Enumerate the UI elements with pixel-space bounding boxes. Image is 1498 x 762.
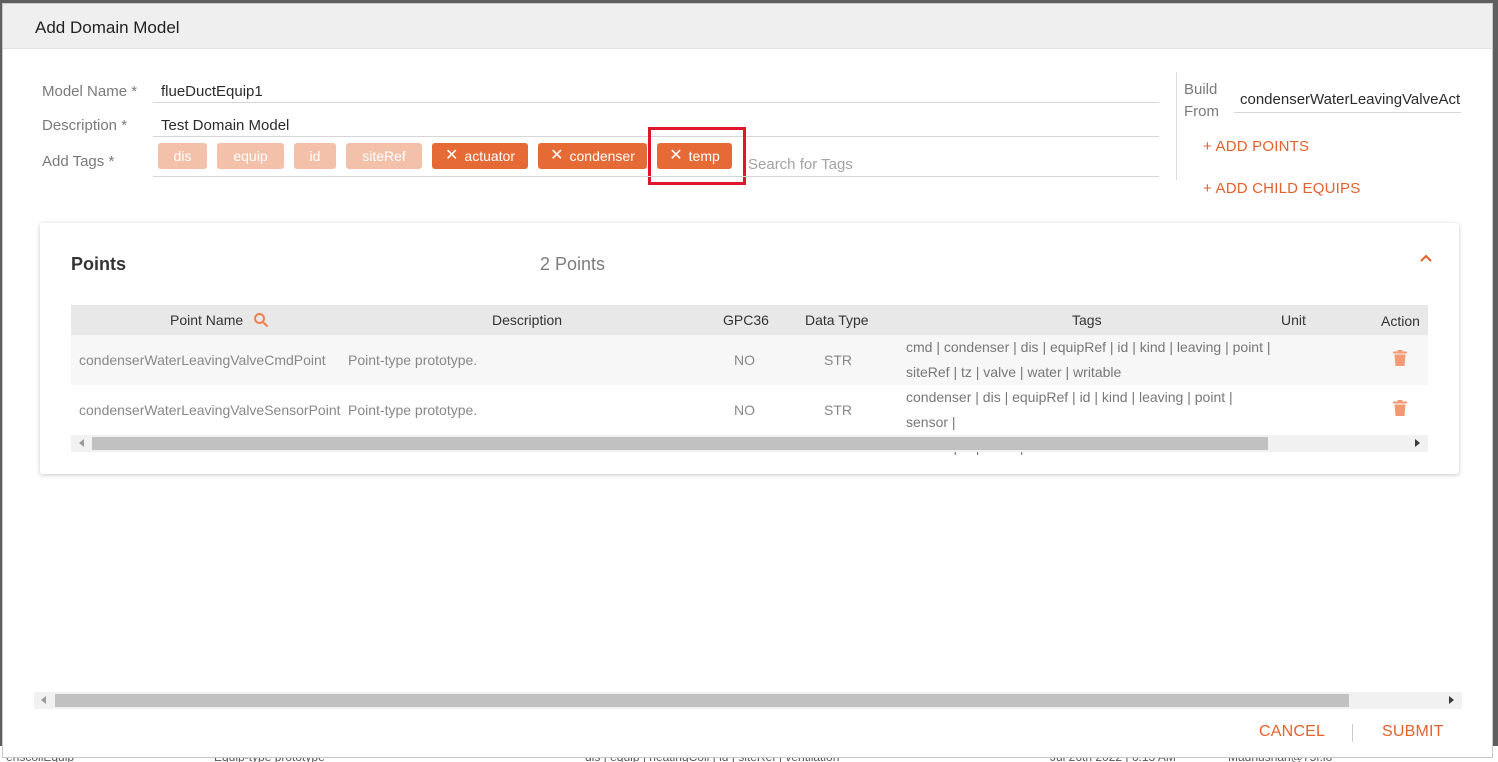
tag-chip-removable[interactable]: ✕ actuator	[432, 143, 528, 169]
build-from-label: From	[1184, 103, 1219, 120]
description-label: Description *	[42, 117, 128, 134]
add-child-equips-button[interactable]: + ADD CHILD EQUIPS	[1203, 180, 1360, 197]
trash-icon[interactable]	[1393, 400, 1407, 416]
footer-divider	[1352, 724, 1353, 742]
tags-line: siteRef | tz | valve | water | writable	[906, 364, 1122, 380]
tags-cell: cmd | condenser | dis | equipRef | id | …	[906, 335, 1276, 385]
points-title: Points	[71, 254, 127, 274]
data-type-cell: STR	[824, 352, 852, 368]
scroll-right-arrow[interactable]	[1415, 439, 1420, 447]
gpc36-cell: NO	[734, 402, 755, 418]
scroll-right-arrow[interactable]	[1449, 696, 1454, 704]
table-horizontal-scrollbar[interactable]	[71, 435, 1428, 452]
points-count: 2 Points	[540, 254, 606, 274]
scroll-left-arrow[interactable]	[79, 439, 84, 447]
submit-button[interactable]: SUBMIT	[1382, 723, 1444, 741]
column-header: Tags	[1072, 312, 1102, 328]
points-table: Point Name Description GPC36 Data Type T…	[71, 305, 1428, 455]
chevron-up-icon[interactable]	[1419, 251, 1433, 265]
scroll-thumb[interactable]	[55, 694, 1349, 707]
table-header: Point Name Description GPC36 Data Type T…	[71, 305, 1428, 335]
gpc36-cell: NO	[734, 352, 755, 368]
model-name-input[interactable]: flueDuctEquip1	[161, 83, 263, 100]
column-header: Unit	[1281, 312, 1306, 328]
table-row[interactable]: condenserWaterLeavingValveCmdPoint Point…	[71, 335, 1428, 385]
build-from-underline	[1234, 112, 1461, 113]
column-header: Point Name	[170, 312, 244, 328]
vertical-divider	[1176, 72, 1177, 180]
build-from-value: condenserWaterLeavingValveActuator	[1240, 91, 1461, 108]
tag-label: siteRef	[362, 148, 406, 164]
point-name-cell: condenserWaterLeavingValveSensorPoint	[79, 402, 341, 418]
tag-chip-removable[interactable]: ✕ condenser	[538, 143, 647, 169]
tags-line: cmd | condenser | dis | equipRef | id | …	[906, 339, 1271, 355]
tag-chip[interactable]: dis	[158, 143, 207, 169]
tag-chip[interactable]: siteRef	[346, 143, 422, 169]
close-icon[interactable]: ✕	[445, 148, 458, 164]
tag-label: id	[309, 148, 321, 164]
model-name-label: Model Name *	[42, 83, 138, 100]
search-icon[interactable]	[253, 312, 269, 328]
tags-underline	[153, 176, 1159, 177]
cancel-button[interactable]: CANCEL	[1259, 723, 1325, 741]
tag-label: equip	[233, 148, 268, 164]
point-name-cell: condenserWaterLeavingValveCmdPoint	[79, 352, 326, 368]
add-domain-model-dialog: Add Domain Model Model Name * flueDuctEq…	[2, 3, 1493, 758]
table-row[interactable]: condenserWaterLeavingValveSensorPoint Po…	[71, 385, 1428, 455]
tag-label: actuator	[464, 148, 515, 164]
tag-chip[interactable]: id	[294, 143, 336, 169]
add-points-button[interactable]: + ADD POINTS	[1203, 138, 1309, 155]
description-cell: Point-type prototype.	[348, 402, 478, 418]
dialog-horizontal-scrollbar[interactable]	[34, 692, 1462, 709]
tag-label: condenser	[569, 148, 635, 164]
tag-chip[interactable]: equip	[217, 143, 284, 169]
description-cell: Point-type prototype.	[348, 352, 478, 368]
points-card: Points 2 Points Point Name Description G…	[40, 223, 1459, 474]
data-type-cell: STR	[824, 402, 852, 418]
scroll-left-arrow[interactable]	[41, 696, 46, 704]
build-from-select[interactable]: condenserWaterLeavingValveActuator	[1240, 91, 1461, 109]
column-header: Description	[492, 312, 563, 328]
close-icon[interactable]: ✕	[550, 148, 563, 164]
scroll-thumb[interactable]	[92, 437, 1268, 450]
build-from-label: Build	[1184, 81, 1218, 98]
tag-search-input[interactable]: Search for Tags	[748, 156, 853, 173]
dialog-title: Add Domain Model	[35, 18, 180, 37]
tags-line: condenser | dis | equipRef | id | kind |…	[906, 389, 1233, 430]
column-header: Data Type	[805, 312, 869, 328]
description-input[interactable]: Test Domain Model	[161, 117, 289, 134]
tag-label: dis	[173, 148, 192, 164]
model-name-underline	[153, 102, 1159, 103]
dialog-header: Add Domain Model	[3, 4, 1492, 49]
add-tags-label: Add Tags *	[42, 153, 115, 170]
trash-icon[interactable]	[1393, 350, 1407, 366]
column-header: GPC36	[723, 312, 769, 328]
column-header: Action	[1381, 313, 1420, 329]
